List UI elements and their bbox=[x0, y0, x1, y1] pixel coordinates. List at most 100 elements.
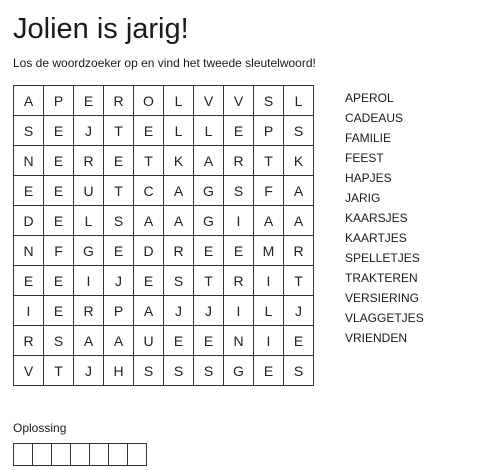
grid-cell[interactable]: N bbox=[223, 325, 254, 356]
grid-cell[interactable]: R bbox=[73, 295, 104, 326]
grid-cell[interactable]: I bbox=[253, 265, 284, 296]
grid-cell[interactable]: S bbox=[163, 355, 194, 386]
grid-cell[interactable]: V bbox=[13, 355, 44, 386]
grid-cell[interactable]: T bbox=[43, 355, 74, 386]
grid-cell[interactable]: R bbox=[73, 145, 104, 176]
grid-cell[interactable]: E bbox=[103, 145, 134, 176]
grid-cell[interactable]: K bbox=[163, 145, 194, 176]
grid-cell[interactable]: S bbox=[193, 355, 224, 386]
grid-cell[interactable]: A bbox=[133, 205, 164, 236]
grid-cell[interactable]: J bbox=[73, 115, 104, 146]
grid-cell[interactable]: S bbox=[283, 115, 314, 146]
solution-box[interactable] bbox=[89, 443, 109, 466]
grid-cell[interactable]: J bbox=[283, 295, 314, 326]
grid-cell[interactable]: N bbox=[13, 235, 44, 266]
grid-cell[interactable]: T bbox=[193, 265, 224, 296]
grid-cell[interactable]: G bbox=[73, 235, 104, 266]
grid-cell[interactable]: D bbox=[13, 205, 44, 236]
grid-cell[interactable]: P bbox=[103, 295, 134, 326]
grid-cell[interactable]: E bbox=[73, 85, 104, 116]
solution-box[interactable] bbox=[32, 443, 52, 466]
grid-cell[interactable]: E bbox=[13, 265, 44, 296]
grid-cell[interactable]: M bbox=[253, 235, 284, 266]
grid-cell[interactable]: R bbox=[223, 265, 254, 296]
grid-cell[interactable]: I bbox=[253, 325, 284, 356]
grid-cell[interactable]: J bbox=[193, 295, 224, 326]
grid-cell[interactable]: J bbox=[103, 265, 134, 296]
grid-cell[interactable]: A bbox=[283, 175, 314, 206]
grid-cell[interactable]: E bbox=[103, 235, 134, 266]
grid-cell[interactable]: F bbox=[43, 235, 74, 266]
grid-cell[interactable]: P bbox=[253, 115, 284, 146]
solution-box[interactable] bbox=[13, 443, 33, 466]
grid-cell[interactable]: E bbox=[13, 175, 44, 206]
grid-cell[interactable]: E bbox=[133, 265, 164, 296]
grid-cell[interactable]: E bbox=[223, 235, 254, 266]
grid-cell[interactable]: L bbox=[283, 85, 314, 116]
grid-cell[interactable]: S bbox=[133, 355, 164, 386]
grid-cell[interactable]: E bbox=[43, 175, 74, 206]
grid-cell[interactable]: S bbox=[283, 355, 314, 386]
grid-cell[interactable]: A bbox=[253, 205, 284, 236]
grid-cell[interactable]: A bbox=[133, 295, 164, 326]
grid-cell[interactable]: A bbox=[163, 175, 194, 206]
grid-cell[interactable]: E bbox=[43, 205, 74, 236]
grid-cell[interactable]: T bbox=[283, 265, 314, 296]
grid-cell[interactable]: A bbox=[13, 85, 44, 116]
grid-cell[interactable]: T bbox=[253, 145, 284, 176]
grid-cell[interactable]: F bbox=[253, 175, 284, 206]
grid-cell[interactable]: L bbox=[253, 295, 284, 326]
grid-cell[interactable]: E bbox=[193, 235, 224, 266]
grid-cell[interactable]: R bbox=[283, 235, 314, 266]
grid-cell[interactable]: V bbox=[193, 85, 224, 116]
grid-cell[interactable]: O bbox=[133, 85, 164, 116]
grid-cell[interactable]: J bbox=[163, 295, 194, 326]
grid-cell[interactable]: S bbox=[13, 115, 44, 146]
grid-cell[interactable]: L bbox=[163, 115, 194, 146]
grid-cell[interactable]: L bbox=[73, 205, 104, 236]
grid-cell[interactable]: L bbox=[193, 115, 224, 146]
grid-cell[interactable]: R bbox=[103, 85, 134, 116]
grid-cell[interactable]: E bbox=[163, 325, 194, 356]
grid-cell[interactable]: S bbox=[163, 265, 194, 296]
grid-cell[interactable]: E bbox=[283, 325, 314, 356]
grid-cell[interactable]: G bbox=[193, 205, 224, 236]
grid-cell[interactable]: A bbox=[103, 325, 134, 356]
grid-cell[interactable]: N bbox=[13, 145, 44, 176]
grid-cell[interactable]: A bbox=[283, 205, 314, 236]
grid-cell[interactable]: E bbox=[253, 355, 284, 386]
grid-cell[interactable]: S bbox=[103, 205, 134, 236]
grid-cell[interactable]: V bbox=[223, 85, 254, 116]
solution-box[interactable] bbox=[108, 443, 128, 466]
grid-cell[interactable]: A bbox=[163, 205, 194, 236]
grid-cell[interactable]: A bbox=[193, 145, 224, 176]
grid-cell[interactable]: L bbox=[163, 85, 194, 116]
grid-cell[interactable]: E bbox=[43, 265, 74, 296]
solution-box[interactable] bbox=[51, 443, 71, 466]
grid-cell[interactable]: S bbox=[223, 175, 254, 206]
grid-cell[interactable]: E bbox=[43, 115, 74, 146]
grid-cell[interactable]: E bbox=[133, 115, 164, 146]
grid-cell[interactable]: I bbox=[73, 265, 104, 296]
grid-cell[interactable]: E bbox=[223, 115, 254, 146]
grid-cell[interactable]: U bbox=[133, 325, 164, 356]
grid-cell[interactable]: C bbox=[133, 175, 164, 206]
grid-cell[interactable]: S bbox=[43, 325, 74, 356]
grid-cell[interactable]: G bbox=[193, 175, 224, 206]
grid-cell[interactable]: D bbox=[133, 235, 164, 266]
grid-cell[interactable]: S bbox=[253, 85, 284, 116]
solution-box[interactable] bbox=[70, 443, 90, 466]
grid-cell[interactable]: I bbox=[223, 295, 254, 326]
grid-cell[interactable]: T bbox=[103, 175, 134, 206]
grid-cell[interactable]: H bbox=[103, 355, 134, 386]
grid-cell[interactable]: E bbox=[43, 295, 74, 326]
grid-cell[interactable]: U bbox=[73, 175, 104, 206]
grid-cell[interactable]: T bbox=[133, 145, 164, 176]
grid-cell[interactable]: G bbox=[223, 355, 254, 386]
grid-cell[interactable]: R bbox=[223, 145, 254, 176]
grid-cell[interactable]: P bbox=[43, 85, 74, 116]
grid-cell[interactable]: A bbox=[73, 325, 104, 356]
solution-box[interactable] bbox=[127, 443, 147, 466]
grid-cell[interactable]: E bbox=[43, 145, 74, 176]
grid-cell[interactable]: I bbox=[13, 295, 44, 326]
